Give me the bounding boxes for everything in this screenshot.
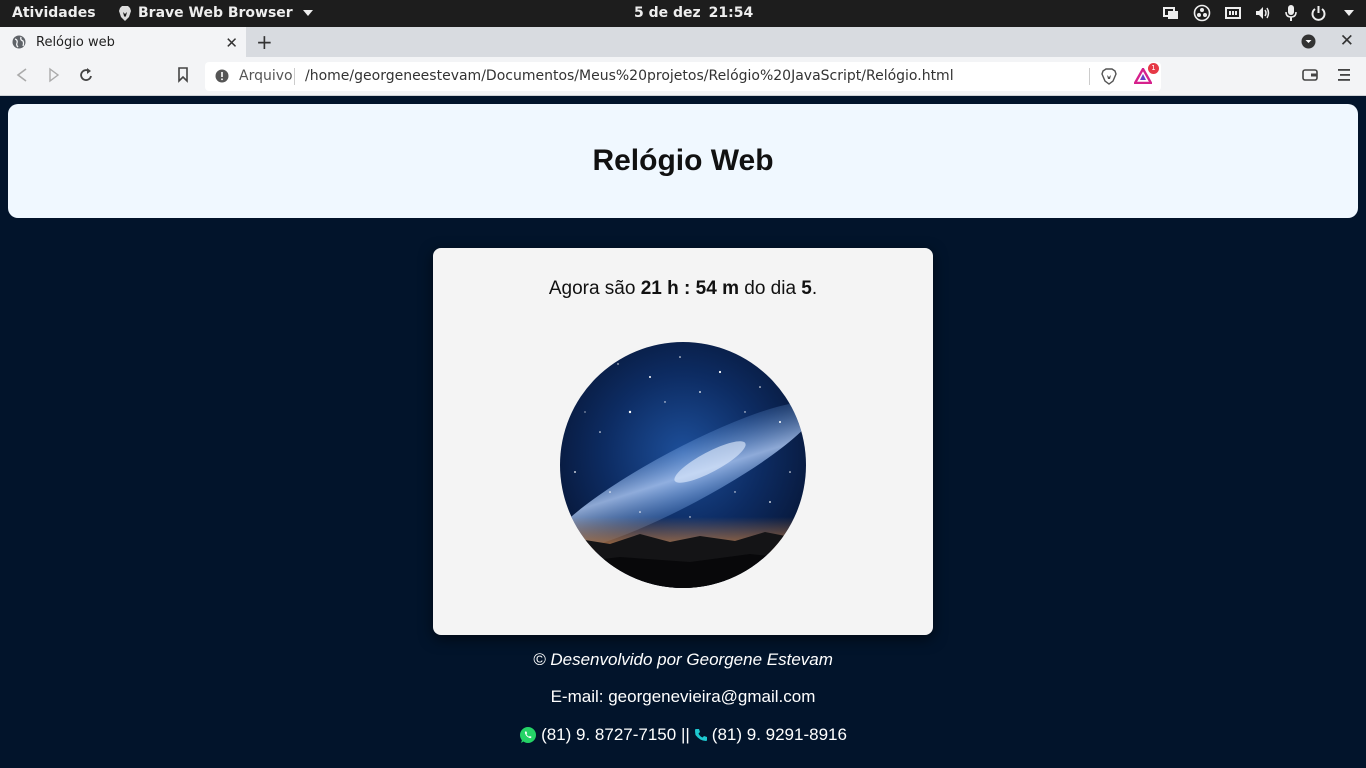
network-icon — [1225, 7, 1241, 19]
minutes-value: 54 m — [695, 278, 739, 299]
time-colon: : — [678, 278, 696, 299]
email-text: E-mail: georgenevieira@gmail.com — [550, 687, 816, 706]
obs-icon — [1193, 4, 1211, 22]
time-message: Agora são 21 h : 54 m do dia 5. — [433, 278, 933, 300]
whatsapp-icon — [520, 727, 537, 743]
bookmark-icon[interactable] — [177, 67, 189, 83]
address-bar[interactable]: Arquivo /home/georgeneestevam/Documentos… — [205, 62, 1161, 91]
app-menu[interactable]: Brave Web Browser — [118, 5, 313, 21]
globe-icon — [12, 35, 26, 49]
page-header: Relógio Web — [8, 104, 1358, 218]
url-scheme-label: Arquivo — [239, 68, 293, 84]
tab-search-icon[interactable] — [1301, 34, 1316, 49]
close-tab-button[interactable]: ✕ — [225, 34, 238, 52]
back-icon[interactable] — [15, 67, 29, 83]
clock-date: 5 de dez — [634, 5, 701, 21]
chevron-down-icon — [1344, 10, 1354, 16]
rewards-badge: 1 — [1148, 63, 1159, 74]
msg-middle: do dia — [738, 278, 802, 299]
info-icon[interactable] — [215, 69, 229, 83]
msg-suffix: . — [811, 278, 818, 299]
menu-icon[interactable] — [1337, 68, 1351, 82]
microphone-icon — [1285, 5, 1297, 21]
credit-text: © Desenvolvido por Georgene Estevam — [533, 650, 833, 669]
forward-icon[interactable] — [47, 67, 61, 83]
chevron-down-icon — [302, 10, 313, 16]
contact-phones: (81) 9. 8727-7150 || (81) 9. 9291-8916 — [0, 725, 1366, 745]
tab-title: Relógio web — [36, 34, 115, 50]
wallet-icon[interactable] — [1302, 68, 1318, 82]
clock-time: 21:54 — [708, 5, 754, 21]
new-tab-button[interactable]: + — [256, 30, 273, 54]
window-close-button[interactable]: ✕ — [1340, 31, 1354, 51]
activities-button[interactable]: Atividades — [12, 5, 96, 21]
browser-toolbar: Arquivo /home/georgeneestevam/Documentos… — [0, 57, 1366, 96]
os-top-bar: Atividades Brave Web Browser 5 de dez 21… — [0, 0, 1366, 27]
phone-number: (81) 9. 9291-8916 — [711, 725, 847, 744]
url-text[interactable]: /home/georgeneestevam/Documentos/Meus%20… — [305, 68, 954, 84]
tab-strip: Relógio web ✕ + ✕ — [0, 27, 1366, 57]
system-tray[interactable] — [1163, 4, 1354, 22]
clock[interactable]: 5 de dez 21:54 — [634, 5, 753, 21]
brave-lion-icon — [119, 5, 131, 21]
clock-card: Agora são 21 h : 54 m do dia 5. — [433, 248, 933, 635]
phone-icon — [694, 729, 707, 741]
screens-icon — [1163, 7, 1178, 19]
power-icon — [1311, 5, 1326, 21]
url-divider — [294, 68, 295, 85]
url-divider — [1089, 68, 1090, 85]
hours-value: 21 h — [640, 278, 679, 299]
brave-shields-icon[interactable] — [1101, 68, 1117, 85]
reload-icon[interactable] — [79, 67, 94, 83]
app-name: Brave Web Browser — [138, 5, 293, 21]
page-title: Relógio Web — [592, 144, 774, 177]
volume-icon — [1256, 7, 1270, 19]
whatsapp-number: (81) 9. 8727-7150 || — [541, 725, 690, 744]
night-sky-image — [560, 342, 806, 588]
tab-relogio-web[interactable]: Relógio web ✕ — [0, 27, 246, 57]
msg-prefix: Agora são — [548, 278, 641, 299]
day-value: 5 — [801, 278, 812, 299]
